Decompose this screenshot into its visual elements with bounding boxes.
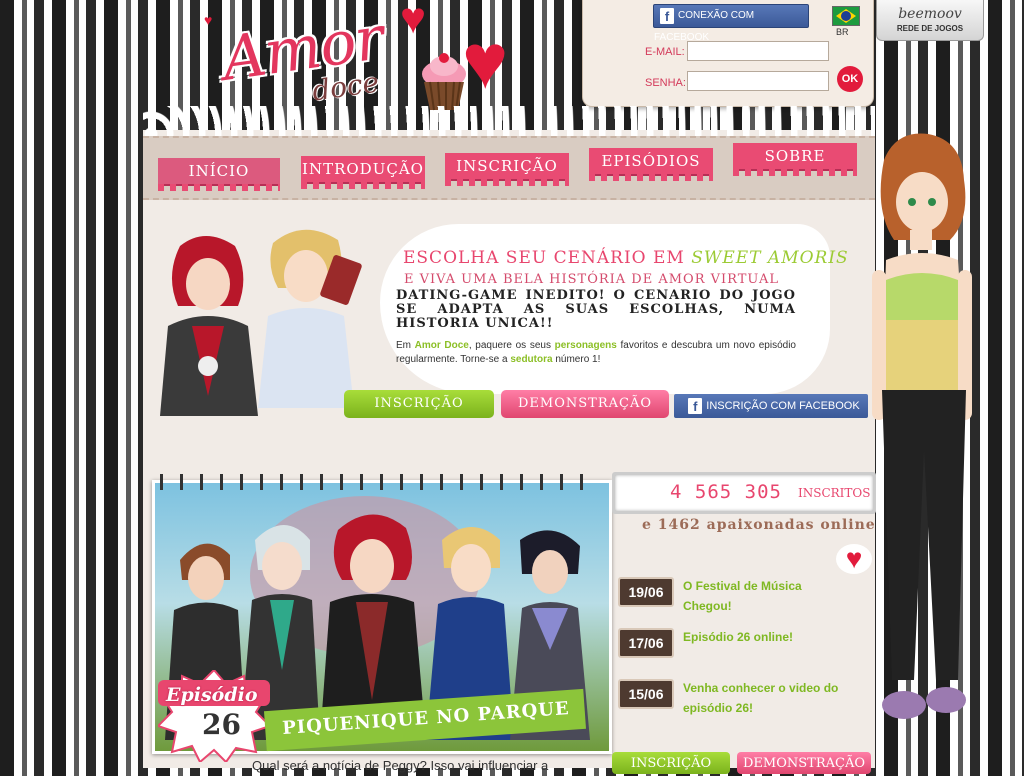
demo-button[interactable]: DEMONSTRAÇÃO: [501, 390, 669, 418]
hero-description: Em Amor Doce, paquere os seus personagen…: [396, 339, 796, 367]
news-date: 17/06: [618, 628, 674, 658]
main-nav: INÍCIO INTRODUÇÃO INSCRIÇÃO EPISÓDIOS SO…: [143, 136, 875, 200]
news-date: 15/06: [618, 679, 674, 709]
side-register-button[interactable]: INSCRIÇÃO: [612, 752, 730, 774]
password-label: SENHA:: [645, 77, 686, 89]
flag-circle: [841, 11, 851, 21]
password-field[interactable]: [687, 71, 829, 91]
facebook-icon: f: [660, 8, 674, 24]
episode-badge-label: Episódio: [166, 684, 258, 706]
facebook-icon: f: [688, 398, 703, 414]
news-link[interactable]: O Festival de Música Chegou!: [683, 576, 853, 616]
desc-brand: Amor Doce: [414, 340, 469, 351]
facebook-connect-button[interactable]: f CONEXÃO COM FACEBOOK: [653, 4, 809, 43]
lace-border: [143, 106, 875, 138]
news-link[interactable]: Episódio 26 online!: [683, 627, 853, 647]
network-name: beemoov: [898, 6, 962, 22]
tab-inicio[interactable]: INÍCIO: [158, 158, 280, 191]
episode-number: 26: [202, 708, 241, 741]
hero-title-accent: SWEET AMORIS: [691, 248, 849, 268]
news-link[interactable]: Venha conhecer o video do episódio 26!: [683, 678, 853, 718]
tab-sobre[interactable]: SOBRE: [733, 143, 857, 176]
small-heart-icon: ♥: [204, 12, 213, 28]
desc-text-4: número 1!: [555, 354, 601, 365]
brazil-flag-icon[interactable]: [832, 6, 860, 26]
episode-teaser: Qual será a notícia de Peggy? Isso vai i…: [252, 758, 549, 773]
tab-inscricao[interactable]: INSCRIÇÃO: [445, 153, 569, 186]
desc-characters-link[interactable]: personagens: [555, 340, 617, 351]
side-demo-button[interactable]: DEMONSTRAÇÃO: [737, 752, 871, 774]
facebook-register-button[interactable]: f INSCRIÇÃO COM FACEBOOK: [674, 394, 868, 418]
hero-title: ESCOLHA SEU CENÁRIO EM SWEET AMORIS: [403, 248, 849, 268]
hero-title-prefix: ESCOLHA SEU CENÁRIO EM: [403, 248, 685, 268]
facebook-register-label: INSCRIÇÃO COM FACEBOOK: [706, 400, 860, 412]
country-code: BR: [836, 27, 849, 37]
hero-tagline: DATING-GAME INEDITO! O CENARIO DO JOGO S…: [396, 288, 796, 331]
registered-count: 4 565 305: [670, 481, 782, 503]
character-illustration-blond-hair: [258, 229, 362, 408]
desc-text-1: Em: [396, 340, 411, 351]
online-count: e 1462 apaixonadas online: [642, 517, 876, 533]
register-button[interactable]: INSCRIÇÃO: [344, 390, 494, 418]
desc-text-2: , paquere os seus: [468, 340, 551, 351]
heart-icon: ♥: [400, 0, 427, 43]
email-label: E-MAIL:: [645, 46, 685, 58]
desc-seductor: sedutora: [510, 354, 553, 365]
girl-character-illustration: [872, 133, 972, 719]
network-badge[interactable]: beemoov REDE DE JOGOS: [876, 0, 984, 41]
login-ok-button[interactable]: OK: [837, 66, 863, 92]
registered-label: INSCRITOS: [798, 486, 871, 500]
spiral-binding: [160, 474, 600, 490]
email-field[interactable]: [687, 41, 829, 61]
network-label: REDE DE JOGOS: [896, 24, 964, 33]
login-panel: f CONEXÃO COM FACEBOOK E-MAIL: SENHA: OK: [582, 0, 874, 107]
news-date: 19/06: [618, 577, 674, 607]
cupcake-icon: [422, 53, 466, 111]
tab-introducao[interactable]: INTRODUÇÃO: [301, 156, 425, 189]
tab-episodios[interactable]: EPISÓDIOS: [589, 148, 713, 181]
hero-subtitle: E VIVA UMA BELA HISTÓRIA DE AMOR VIRTUAL: [404, 272, 779, 287]
logo[interactable]: Amor doce ♥ ♥ ♥: [200, 0, 530, 122]
